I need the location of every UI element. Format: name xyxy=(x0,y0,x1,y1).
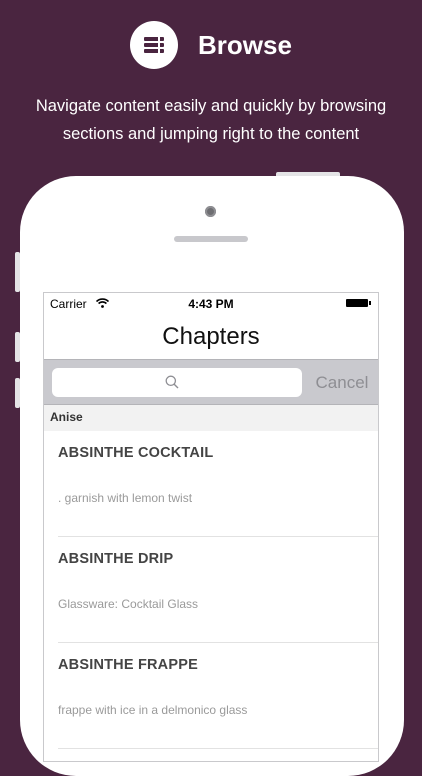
list-item[interactable]: ABSINTHE COCKTAIL . garnish with lemon t… xyxy=(44,431,378,537)
list-item-subtitle: frappe with ice in a delmonico glass xyxy=(58,703,248,717)
row-divider xyxy=(58,748,378,749)
list-item-subtitle: . garnish with lemon twist xyxy=(58,491,193,505)
list-item[interactable]: ABSINTHE DRIP Glassware: Cocktail Glass xyxy=(44,537,378,643)
status-time: 4:43 PM xyxy=(188,297,234,311)
phone-screen: Carrier 4:43 PM Chapters Cancel Anise AB… xyxy=(43,292,379,762)
battery-icon xyxy=(346,299,371,307)
list-item-subtitle: Glassware: Cocktail Glass xyxy=(58,597,199,611)
tagline-line-1: Navigate content easily and quickly by b… xyxy=(35,97,387,115)
search-icon xyxy=(165,375,179,389)
phone-speaker xyxy=(174,236,248,242)
list-menu-icon xyxy=(144,37,164,53)
list-item-title: ABSINTHE COCKTAIL xyxy=(58,445,214,461)
list-item-title: ABSINTHE DRIP xyxy=(58,551,174,567)
nav-title: Chapters xyxy=(162,323,260,350)
status-bar: Carrier 4:43 PM xyxy=(44,293,378,315)
cancel-button[interactable]: Cancel xyxy=(310,368,374,397)
tagline-line-2: sections and jumping right to the conten… xyxy=(62,125,360,143)
list-item[interactable]: ABSINTHE FRAPPE frappe with ice in a del… xyxy=(44,643,378,749)
phone-camera xyxy=(205,206,216,217)
page-title: Browse xyxy=(198,30,292,60)
list-item-title: ABSINTHE FRAPPE xyxy=(58,657,198,673)
search-bar: Cancel xyxy=(44,359,378,405)
browse-icon-badge xyxy=(130,21,178,69)
section-header: Anise xyxy=(44,405,378,431)
tagline: Navigate content easily and quickly by b… xyxy=(0,92,422,148)
